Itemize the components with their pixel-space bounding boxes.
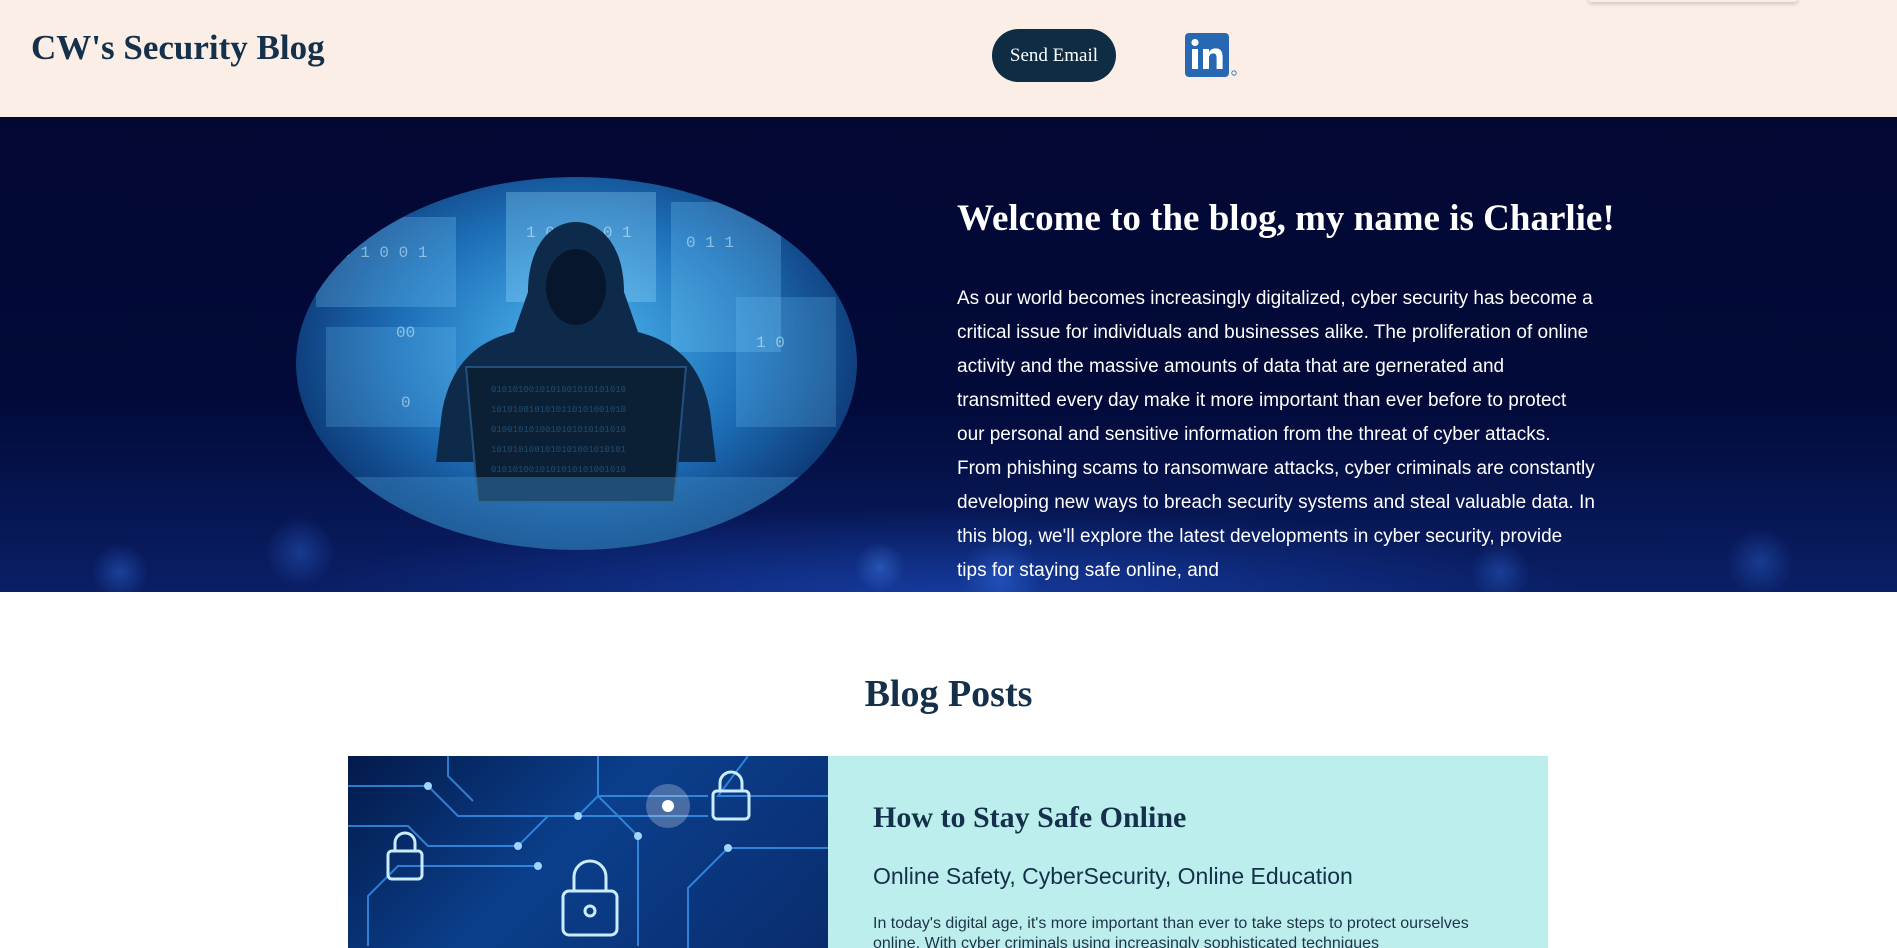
header-decoration: [1588, 0, 1798, 2]
post-title[interactable]: How to Stay Safe Online: [873, 801, 1186, 835]
svg-text:00: 00: [396, 324, 415, 342]
circuit-board-padlock-image: [348, 756, 828, 948]
linkedin-icon[interactable]: [1184, 32, 1238, 78]
svg-text:0100101010010101010101010: 0100101010010101010101010: [491, 425, 626, 435]
svg-text:0 1 1: 0 1 1: [686, 234, 734, 252]
blog-posts-heading: Blog Posts: [864, 673, 1033, 715]
svg-text:1 0: 1 0: [756, 334, 785, 352]
svg-text:0101010010101010101001010: 0101010010101010101001010: [491, 465, 626, 475]
hero-bokeh-background: [0, 482, 1897, 592]
svg-text:0101010010101001010101010: 0101010010101001010101010: [491, 385, 626, 395]
site-header: CW's Security Blog Send Email: [0, 0, 1897, 117]
hero-intro-text: As our world becomes increasingly digita…: [957, 288, 1595, 581]
svg-text:1010101001010101001010101: 1010101001010101001010101: [491, 445, 626, 455]
svg-text:0: 0: [401, 394, 411, 412]
site-title[interactable]: CW's Security Blog: [31, 28, 325, 68]
post-excerpt: In today's digital age, it's more import…: [873, 915, 1469, 948]
post-tags: Online Safety, CyberSecurity, Online Edu…: [873, 863, 1353, 889]
hooded-hacker-laptop-image: 0 1 0 0 1 00 1 0 1 1 0 1 0 1 1 1 0 0 010…: [296, 177, 857, 550]
svg-text:1010100101010110101001010: 1010100101010110101001010: [491, 405, 626, 415]
blog-post-card[interactable]: How to Stay Safe Online Online Safety, C…: [348, 756, 1548, 948]
svg-text:0 1 0 0 1: 0 1 0 0 1: [341, 244, 427, 262]
hero-heading: Welcome to the blog, my name is Charlie!: [957, 198, 1615, 239]
send-email-button[interactable]: Send Email: [992, 29, 1116, 82]
hero-section: 0 1 0 0 1 00 1 0 1 1 0 1 0 1 1 1 0 0 010…: [0, 117, 1897, 592]
